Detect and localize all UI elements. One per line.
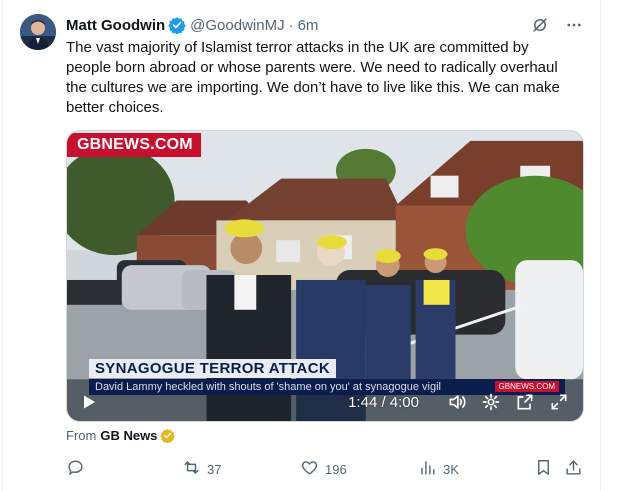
views-button[interactable]: 3K: [418, 458, 459, 480]
separator-dot: ·: [288, 16, 294, 34]
author-name[interactable]: Matt Goodwin: [66, 17, 165, 34]
popout-icon[interactable]: [515, 392, 535, 412]
grok-icon[interactable]: [531, 16, 549, 34]
like-button[interactable]: 196: [300, 458, 347, 480]
verified-badge-icon: [168, 16, 186, 35]
volume-icon[interactable]: [447, 392, 467, 412]
play-icon[interactable]: [81, 394, 97, 410]
action-bar: 37 196 3K: [66, 458, 586, 480]
settings-icon[interactable]: [481, 392, 501, 412]
reply-icon: [66, 458, 85, 480]
timeline-border-right: [600, 0, 601, 491]
video-controls: 1:44 / 4:00: [67, 383, 583, 421]
timestamp[interactable]: 6m: [298, 17, 319, 34]
source-prefix: From: [66, 428, 97, 443]
source-attribution: From GB News: [66, 428, 176, 444]
tweet-text: The vast majority of Islamist terror att…: [66, 39, 560, 116]
share-icon: [564, 458, 583, 480]
timeline-border-left: [2, 0, 3, 491]
bookmark-button[interactable]: [534, 458, 553, 480]
reply-button[interactable]: [66, 458, 91, 480]
bookmark-icon: [534, 458, 553, 480]
video-time: 1:44 / 4:00: [348, 393, 419, 411]
retweet-icon: [182, 458, 201, 480]
like-count: 196: [325, 461, 347, 477]
source-name[interactable]: GB News: [100, 428, 157, 443]
video-player[interactable]: GBNEWS.COM SYNAGOGUE TERROR ATTACK David…: [66, 130, 584, 422]
tweet[interactable]: Matt Goodwin @GoodwinMJ · 6m The vast ma…: [0, 0, 619, 491]
views-count: 3K: [443, 461, 459, 477]
views-icon: [418, 458, 437, 480]
headline-strap: SYNAGOGUE TERROR ATTACK: [89, 359, 336, 378]
gbnews-brand-badge: GBNEWS.COM: [67, 133, 201, 157]
tweet-header: Matt Goodwin @GoodwinMJ · 6m: [66, 14, 318, 36]
gold-badge-icon: [160, 428, 176, 444]
more-icon[interactable]: [565, 16, 583, 34]
author-handle[interactable]: @GoodwinMJ: [190, 17, 284, 34]
avatar[interactable]: [20, 14, 56, 50]
fullscreen-icon[interactable]: [549, 392, 569, 412]
retweet-button[interactable]: 37: [182, 458, 221, 480]
share-button[interactable]: [564, 458, 583, 480]
retweet-count: 37: [207, 461, 222, 477]
like-icon: [300, 458, 319, 480]
header-actions: [531, 16, 583, 34]
